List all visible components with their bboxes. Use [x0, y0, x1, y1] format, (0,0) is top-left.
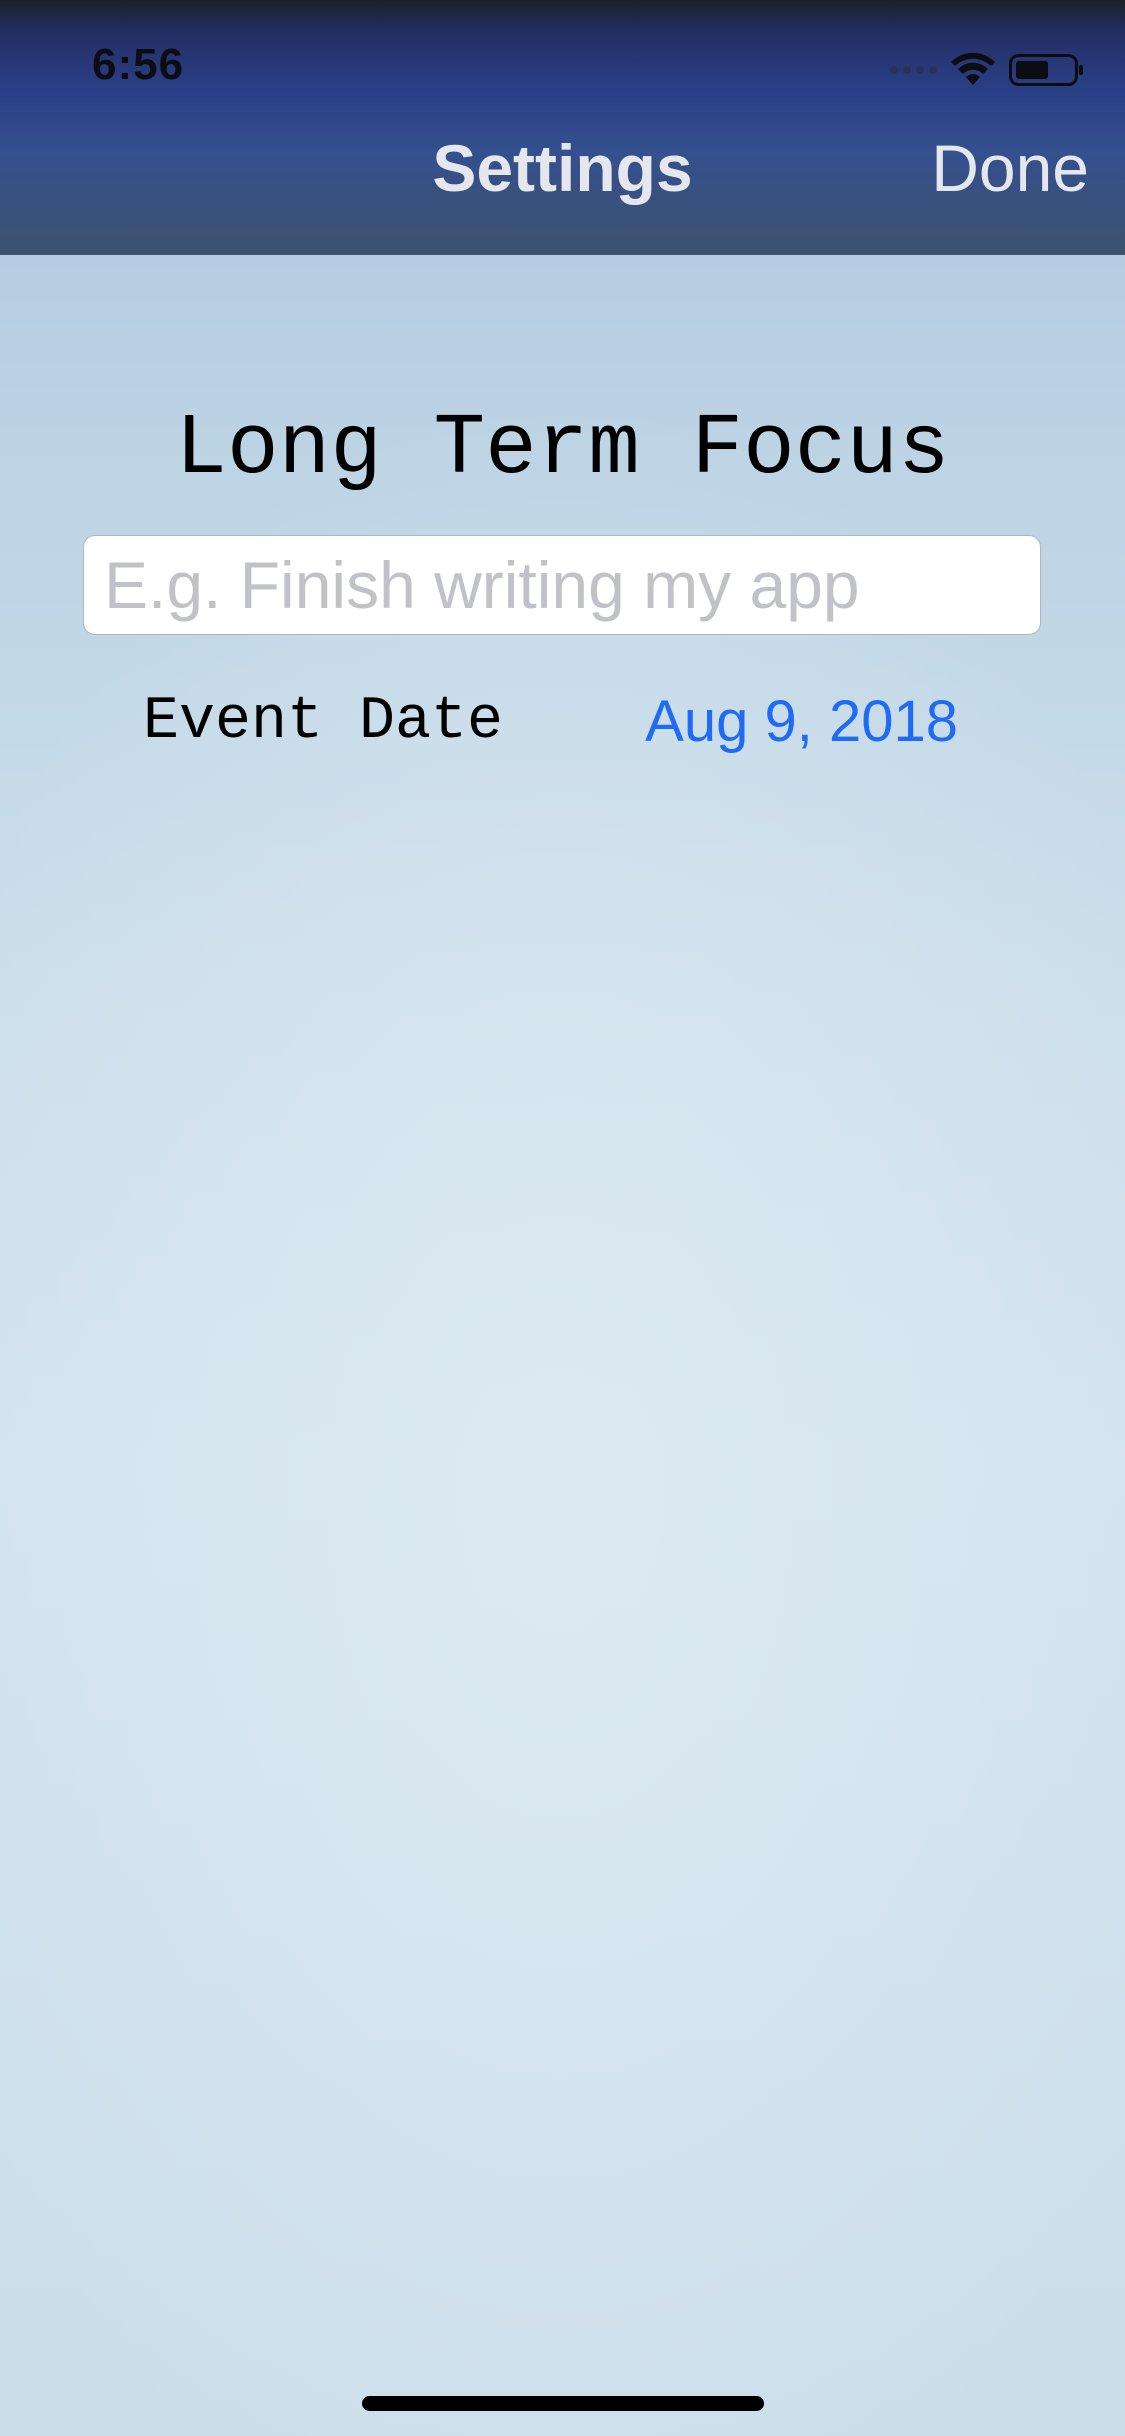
event-date-value-button[interactable]: Aug 9, 2018 [645, 688, 958, 755]
done-button[interactable]: Done [931, 130, 1089, 206]
status-icons [890, 50, 1085, 90]
page-title: Long Term Focus [175, 400, 950, 498]
home-indicator[interactable] [362, 2396, 764, 2411]
battery-icon [1009, 54, 1083, 86]
wifi-icon [951, 53, 995, 85]
status-time: 6:56 [92, 40, 185, 89]
navigation-header: 6:56 Settings Done [0, 0, 1125, 255]
signal-dots-icon [890, 66, 937, 74]
focus-input[interactable] [83, 535, 1041, 635]
event-date-label: Event Date [143, 688, 504, 756]
